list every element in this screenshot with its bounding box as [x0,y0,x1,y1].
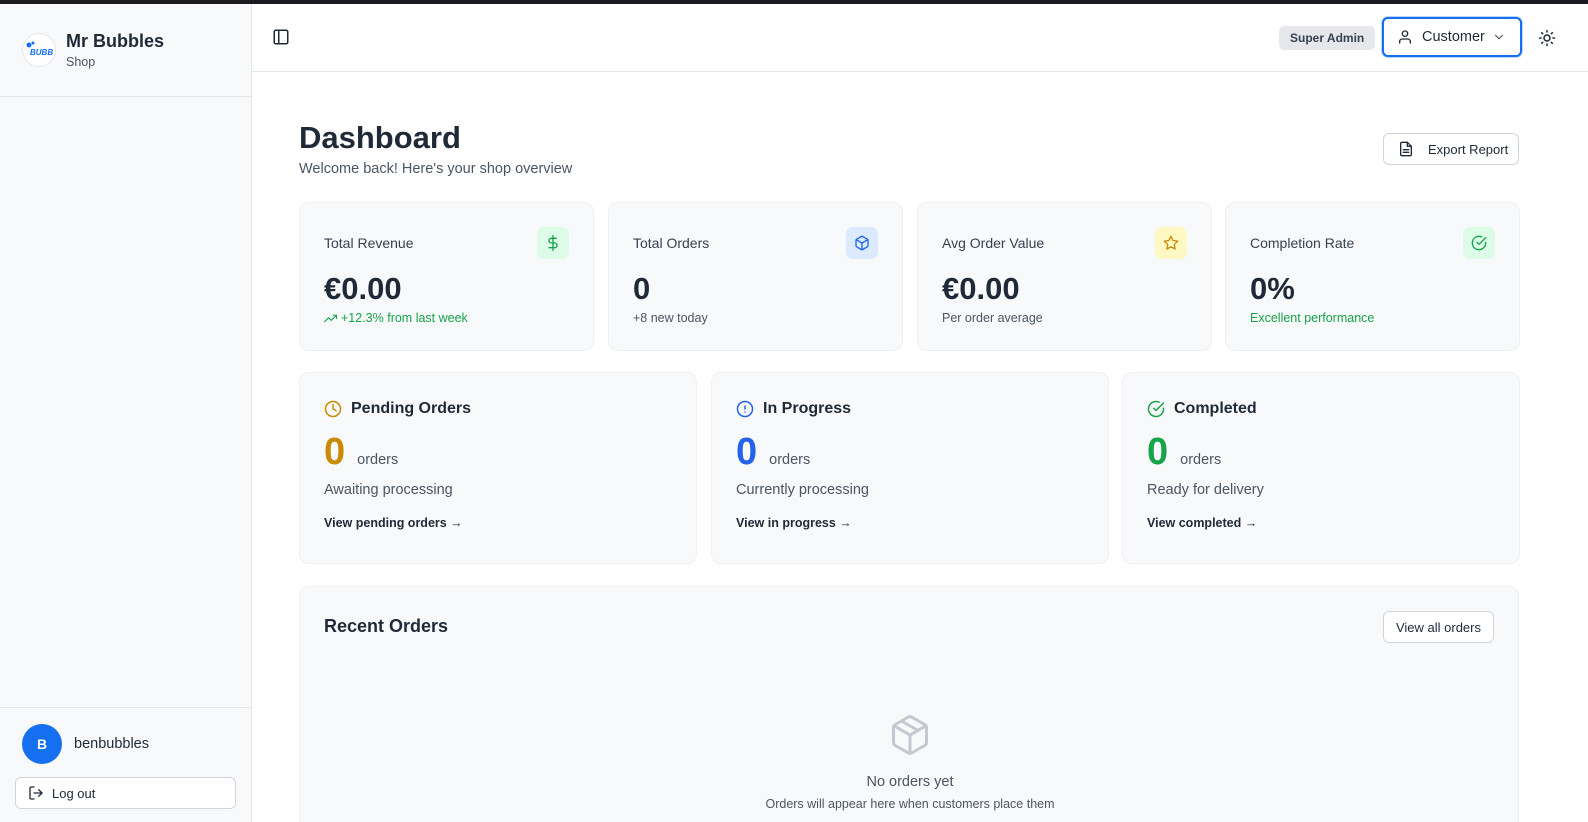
export-report-label: Export Report [1428,141,1509,157]
status-desc: Currently processing [736,482,869,498]
stat-note: Excellent performance [1250,311,1375,325]
recent-orders-title: Recent Orders [324,616,449,636]
user-icon [1399,30,1411,44]
status-card-completed: Completed 0 orders Ready for delivery Vi… [1122,372,1520,564]
status-card-title: Pending Orders [351,400,472,417]
stat-icon-box [1463,227,1495,259]
stat-card-total-orders: Total Orders 0 +8 new today [608,202,903,351]
stat-value: 0% [1250,271,1295,306]
status-card-title: Completed [1174,400,1257,417]
status-desc: Awaiting processing [324,482,453,498]
status-unit: orders [769,452,811,468]
check-circle-icon [1471,235,1487,251]
stat-label: Total Revenue [324,235,414,251]
username: benbubbles [74,736,149,752]
status-card-header: In Progress [736,400,851,418]
stat-value: 0 [633,271,651,306]
stat-icon-box [1155,227,1187,259]
stat-card-total-revenue: Total Revenue €0.00 +12.3% from last wee… [299,202,594,351]
clock-icon [324,400,342,418]
dollar-icon [548,235,558,251]
empty-state: No orders yet Orders will appear here wh… [300,713,1520,811]
sun-icon [1538,29,1556,47]
svg-text:BUBB: BUBB [30,48,53,57]
recent-orders-panel: Recent Orders View all orders No orders … [299,586,1519,822]
page-subtitle: Welcome back! Here's your shop overview [299,161,573,177]
stat-note: Per order average [942,311,1043,325]
stat-value: €0.00 [942,271,1020,306]
chevron-down-icon [1494,34,1504,40]
trending-up-icon [324,314,337,322]
status-card-title: In Progress [763,400,852,417]
status-card-in-progress: In Progress 0 orders Currently processin… [711,372,1109,564]
star-icon [1163,235,1179,250]
logout-button[interactable]: Log out [15,777,236,809]
stat-icon-box [846,227,878,259]
package-icon [892,715,928,755]
view-pending-orders-link[interactable]: View pending orders → [324,516,463,530]
status-unit: orders [1180,452,1222,468]
stat-note: +12.3% from last week [324,311,468,325]
brand-header: BUBB Mr Bubbles Shop [0,4,251,97]
brand-subtitle: Shop [66,55,96,69]
logout-icon [29,786,43,800]
package-icon [855,235,869,251]
main-content: Dashboard Welcome back! Here's your shop… [252,72,1568,822]
stat-label: Avg Order Value [942,235,1045,251]
avatar: B [22,724,62,764]
export-report-button[interactable]: Export Report [1383,133,1519,165]
logout-label: Log out [52,785,96,801]
file-text-icon [1400,141,1412,157]
status-card-header: Pending Orders [324,400,471,418]
stat-icon-box [537,227,569,259]
top-header: Super Admin Customer [252,4,1588,72]
view-in-progress-link[interactable]: View in progress → [736,516,852,530]
status-count: 0 [1147,431,1169,473]
theme-toggle-button[interactable] [1538,29,1556,47]
brand-name: Mr Bubbles [66,31,165,51]
user-profile[interactable]: B benbubbles [15,724,236,764]
view-all-orders-button[interactable]: View all orders [1382,611,1494,643]
sidebar-footer: B benbubbles Log out [0,707,251,822]
view-completed-link[interactable]: View completed → [1147,516,1257,530]
status-count: 0 [324,431,346,473]
role-badge: Super Admin [1279,26,1376,50]
stat-value: €0.00 [324,271,402,306]
stat-note-text: +12.3% from last week [341,311,468,325]
page-title: Dashboard [299,120,461,155]
stat-card-completion-rate: Completion Rate 0% Excellent performance [1225,202,1520,351]
status-unit: orders [357,452,399,468]
status-card-pending: Pending Orders 0 orders Awaiting process… [299,372,697,564]
brand-logo: BUBB [22,33,56,67]
alert-circle-icon [736,400,754,418]
status-desc: Ready for delivery [1147,482,1264,498]
check-circle-icon [1147,400,1165,418]
empty-state-title: No orders yet [866,774,954,790]
sidebar: BUBB Mr Bubbles Shop B benbubbles Log ou… [0,4,252,822]
status-card-header: Completed [1147,400,1257,418]
role-select-value: Customer [1422,29,1485,45]
stat-label: Total Orders [633,235,710,251]
stat-note: +8 new today [633,311,708,325]
panel-left-icon [273,29,289,45]
stat-label: Completion Rate [1250,235,1355,251]
sidebar-toggle-button[interactable] [272,28,290,46]
empty-state-subtitle: Orders will appear here when customers p… [765,797,1055,811]
role-select[interactable]: Customer [1382,17,1522,57]
stat-card-avg-order-value: Avg Order Value €0.00 Per order average [917,202,1212,351]
status-count: 0 [736,431,758,473]
